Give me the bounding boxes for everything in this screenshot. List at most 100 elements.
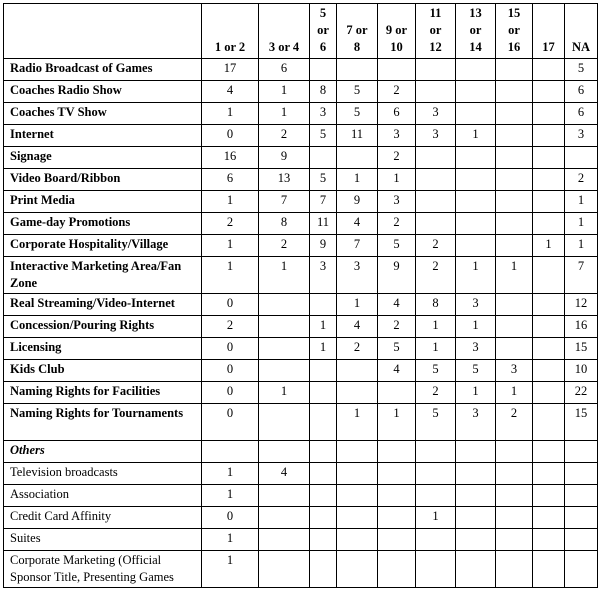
column-header: 17 (532, 3, 565, 59)
value-cell: 4 (336, 315, 378, 338)
value-cell: 8 (258, 212, 310, 235)
value-cell (455, 146, 496, 169)
value-cell: 2 (495, 403, 533, 441)
table-row: Television broadcasts 1 4 (3, 462, 598, 485)
row-label: Others (3, 440, 202, 463)
value-cell: 3 (455, 403, 496, 441)
value-cell: 1 (564, 212, 598, 235)
table-row: Signage 16 9 2 (3, 146, 598, 169)
value-cell (336, 359, 378, 382)
value-cell (455, 234, 496, 257)
value-cell (532, 146, 565, 169)
value-cell: 1 (455, 256, 496, 294)
value-cell: 2 (377, 80, 416, 103)
value-cell: 1 (336, 168, 378, 191)
value-cell (377, 506, 416, 529)
value-cell (495, 234, 533, 257)
value-cell (564, 550, 598, 588)
value-cell: 0 (201, 359, 259, 382)
table-row: Kids Club 0 4 5 5 3 10 (3, 359, 598, 382)
value-cell: 6 (564, 80, 598, 103)
value-cell (455, 102, 496, 125)
column-header-text: 5 (319, 6, 327, 20)
value-cell (532, 293, 565, 316)
value-cell: 0 (201, 124, 259, 147)
table-row: Licensing 0 1 2 5 1 3 15 (3, 337, 598, 360)
value-cell: 5 (377, 337, 416, 360)
value-cell: 2 (415, 256, 456, 294)
column-header: 5 or 6 (309, 3, 337, 59)
value-cell (532, 337, 565, 360)
value-cell: 3 (455, 337, 496, 360)
value-cell (564, 528, 598, 551)
value-cell: 3 (495, 359, 533, 382)
value-cell: 0 (201, 506, 259, 529)
value-cell: 4 (377, 293, 416, 316)
value-cell: 2 (377, 212, 416, 235)
value-cell: 6 (564, 102, 598, 125)
table-row: Others (3, 440, 598, 463)
value-cell (309, 550, 337, 588)
value-cell (495, 212, 533, 235)
row-label: Real Streaming/Video-Internet (3, 293, 202, 316)
row-label: Corporate Hospitality/Village (3, 234, 202, 257)
row-label: Corporate Marketing (Official Sponsor Ti… (3, 550, 202, 588)
table-row: Coaches Radio Show 4 1 8 5 2 6 (3, 80, 598, 103)
value-cell (532, 256, 565, 294)
value-cell: 5 (377, 234, 416, 257)
value-cell (309, 146, 337, 169)
value-cell: 0 (201, 337, 259, 360)
value-cell (377, 550, 416, 588)
value-cell: 5 (564, 58, 598, 81)
table-row: Game-day Promotions 2 8 11 4 2 1 (3, 212, 598, 235)
value-cell (309, 293, 337, 316)
value-cell: 2 (415, 234, 456, 257)
value-cell (495, 337, 533, 360)
value-cell (201, 440, 259, 463)
column-header-text: 12 (429, 40, 442, 54)
table-row: Radio Broadcast of Games 17 6 5 (3, 58, 598, 81)
value-cell (532, 506, 565, 529)
value-cell: 1 (377, 168, 416, 191)
value-cell (495, 102, 533, 125)
value-cell: 1 (201, 462, 259, 485)
column-header: 1 or 2 (201, 3, 259, 59)
value-cell: 5 (415, 359, 456, 382)
value-cell (309, 403, 337, 441)
table-row: Naming Rights for Facilities 0 1 2 1 1 22 (3, 381, 598, 404)
value-cell (532, 462, 565, 485)
value-cell (415, 80, 456, 103)
header-row: 1 or 23 or 4 5 or 6 7 or 8 9 or 10 11 or 12 13 or 14 1… (3, 3, 598, 59)
value-cell: 0 (201, 381, 259, 404)
value-cell (532, 80, 565, 103)
row-label: Suites (3, 528, 202, 551)
value-cell: 7 (309, 190, 337, 213)
table-row: Suites 1 (3, 528, 598, 551)
value-cell (336, 146, 378, 169)
value-cell: 1 (495, 256, 533, 294)
value-cell: 7 (564, 256, 598, 294)
value-cell (532, 381, 565, 404)
value-cell (495, 462, 533, 485)
value-cell (495, 146, 533, 169)
column-header-text: 1 or 2 (214, 40, 246, 54)
value-cell: 5 (309, 124, 337, 147)
column-header-text: 16 (507, 40, 521, 54)
value-cell: 3 (309, 102, 337, 125)
value-cell: 5 (336, 80, 378, 103)
value-cell (336, 484, 378, 507)
value-cell (455, 58, 496, 81)
value-cell: 1 (336, 293, 378, 316)
row-label: Print Media (3, 190, 202, 213)
value-cell (258, 359, 310, 382)
value-cell (455, 462, 496, 485)
column-header-text: 8 (353, 40, 361, 54)
column-header-text: 11 (429, 6, 442, 20)
value-cell (377, 381, 416, 404)
column-header-text: 6 (319, 40, 327, 54)
value-cell: 2 (336, 337, 378, 360)
value-cell (258, 550, 310, 588)
value-cell: 1 (564, 234, 598, 257)
value-cell: 0 (201, 293, 259, 316)
table-row: Credit Card Affinity 0 1 (3, 506, 598, 529)
